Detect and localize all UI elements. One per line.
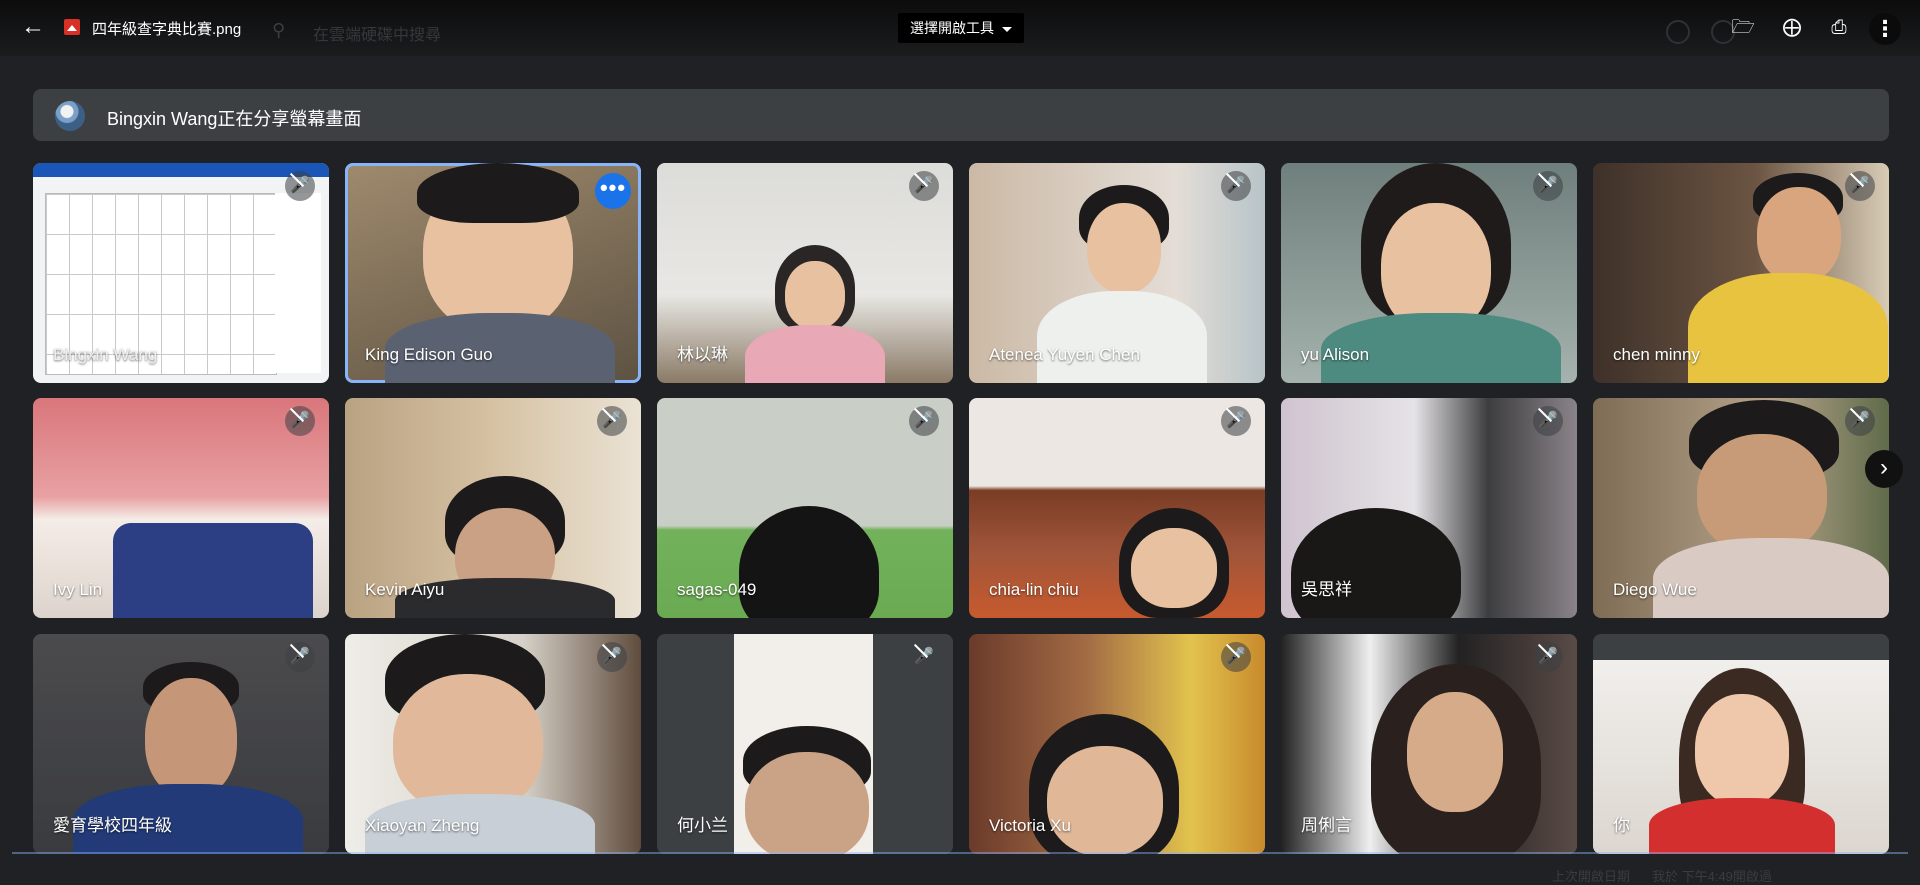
participant-video <box>739 506 879 618</box>
back-arrow-icon[interactable]: ← <box>18 12 48 42</box>
participant-video-face <box>1087 203 1161 293</box>
divider <box>12 852 1908 854</box>
mic-off-icon: 🎤 <box>597 642 627 672</box>
participant-tile-self[interactable]: 你 <box>1593 634 1889 854</box>
participant-tile[interactable]: 🎤 Diego Wue <box>1593 398 1889 618</box>
participant-name: 林以琳 <box>677 345 728 364</box>
participant-tile[interactable]: 🎤 愛育學校四年級 <box>33 634 329 854</box>
next-page-chevron-right-icon[interactable]: › <box>1865 450 1903 488</box>
participant-video-face <box>1131 528 1217 608</box>
participant-name: Diego Wue <box>1613 580 1697 599</box>
mic-off-icon: 🎤 <box>1533 171 1563 201</box>
participant-tile[interactable]: 🎤 吳思祥 <box>1281 398 1577 618</box>
participant-video-face <box>145 678 237 798</box>
participant-name: Bingxin Wang <box>53 345 158 364</box>
last-opened-value: 我於 下午4:49開啟過 <box>1652 869 1772 884</box>
participant-tile[interactable]: 🎤 Kevin Aiyu <box>345 398 641 618</box>
participant-tile[interactable]: 🎤 chia-lin chiu <box>969 398 1265 618</box>
chevron-down-icon <box>1002 26 1012 32</box>
participant-name: 何小兰 <box>677 816 728 835</box>
image-file-icon <box>64 19 80 35</box>
mic-off-icon: 🎤 <box>597 406 627 436</box>
more-options-button[interactable]: ••• <box>595 173 631 209</box>
mic-off-icon: 🎤 <box>1221 406 1251 436</box>
participant-name: Atenea Yuyen Chen <box>989 345 1140 364</box>
open-with-button[interactable]: 選擇開啟工具 <box>898 13 1024 43</box>
participant-name: Kevin Aiyu <box>365 580 445 599</box>
background-search-placeholder: 在雲端硬碟中搜尋 <box>313 27 442 44</box>
shared-doc-toolbar <box>33 163 329 177</box>
participant-video-body <box>1653 538 1889 618</box>
participant-tile[interactable]: 🎤 何小兰 <box>657 634 953 854</box>
participant-video-body <box>1649 798 1835 854</box>
mic-off-icon: 🎤 <box>1533 406 1563 436</box>
mic-off-icon: 🎤 <box>1845 171 1875 201</box>
presenting-banner: Bingxin Wang正在分享螢幕畫面 <box>33 89 1889 141</box>
print-icon[interactable]: ⎙ <box>1826 15 1852 41</box>
participant-video-face <box>1695 694 1789 806</box>
last-opened-label: 上次開啟日期 <box>1552 869 1631 884</box>
participant-name: 你 <box>1613 816 1630 835</box>
participant-video-face <box>1697 434 1827 554</box>
participant-video-body <box>1688 273 1888 383</box>
participant-tile[interactable]: 🎤 Ivy Lin <box>33 398 329 618</box>
add-to-drive-icon[interactable]: 🗁 <box>1730 15 1756 41</box>
participant-name: King Edison Guo <box>365 345 493 364</box>
participant-tile[interactable]: 🎤 Atenea Yuyen Chen <box>969 163 1265 383</box>
participant-name: yu Alison <box>1301 345 1370 364</box>
mic-off-icon: 🎤 <box>1221 642 1251 672</box>
more-vert-icon[interactable]: ⋮ <box>1869 13 1901 45</box>
participant-video-face <box>1757 187 1841 283</box>
mic-off-icon: 🎤 <box>285 642 315 672</box>
participant-video-face <box>745 752 869 854</box>
shared-doc-sidebar <box>275 193 321 373</box>
participant-tile[interactable]: 🎤 Xiaoyan Zheng <box>345 634 641 854</box>
participant-video-chair <box>113 523 313 618</box>
avatar <box>55 101 85 131</box>
mic-off-icon: 🎤 <box>1845 406 1875 436</box>
participant-tile[interactable]: 🎤 chen minny <box>1593 163 1889 383</box>
participant-video-face <box>1047 746 1163 854</box>
participant-video <box>1291 508 1461 618</box>
search-icon: ⚲ <box>272 20 286 40</box>
participant-tile[interactable]: 🎤 sagas-049 <box>657 398 953 618</box>
participant-tile[interactable]: 🎤 yu Alison <box>1281 163 1577 383</box>
participant-video-body <box>1037 291 1207 383</box>
participant-tile[interactable]: 🎤 周俐言 <box>1281 634 1577 854</box>
participant-video-face <box>785 261 845 329</box>
participant-name: Victoria Xu <box>989 816 1071 835</box>
mic-off-icon: 🎤 <box>1221 171 1251 201</box>
participant-name: 吳思祥 <box>1301 580 1352 599</box>
participant-tile[interactable]: 🎤 Victoria Xu <box>969 634 1265 854</box>
open-with-label: 選擇開啟工具 <box>910 20 994 36</box>
participant-video-body <box>745 325 885 383</box>
add-comment-icon[interactable]: ⨁ <box>1779 15 1805 41</box>
mic-off-icon: 🎤 <box>285 171 315 201</box>
participant-name: chen minny <box>1613 345 1700 364</box>
participant-name: 周俐言 <box>1301 816 1352 835</box>
participant-name: sagas-049 <box>677 580 757 599</box>
participant-name: 愛育學校四年級 <box>53 816 172 835</box>
mic-off-icon: 🎤 <box>909 642 939 672</box>
file-name: 四年級查字典比賽.png <box>92 21 242 38</box>
mic-off-icon: 🎤 <box>909 171 939 201</box>
presenting-text: Bingxin Wang正在分享螢幕畫面 <box>107 109 362 129</box>
participant-name: chia-lin chiu <box>989 580 1079 599</box>
participant-video-face <box>393 674 543 814</box>
participant-tile[interactable]: ••• King Edison Guo <box>345 163 641 383</box>
participant-tile[interactable]: 🎤 林以琳 <box>657 163 953 383</box>
participant-name: Xiaoyan Zheng <box>365 816 480 835</box>
file-viewer-toolbar: ← 四年級查字典比賽.png ⚲ 在雲端硬碟中搜尋 選擇開啟工具 🗁 ⨁ ⎙ ⋮ <box>0 0 1920 56</box>
mic-off-icon: 🎤 <box>285 406 315 436</box>
mic-off-icon: 🎤 <box>1533 642 1563 672</box>
participant-name: Ivy Lin <box>53 580 103 599</box>
participant-video-hair <box>417 163 579 223</box>
participant-tile[interactable]: 🎤 Bingxin Wang <box>33 163 329 383</box>
status-check-icon <box>1666 20 1690 44</box>
mic-off-icon: 🎤 <box>909 406 939 436</box>
participant-video-face <box>1407 692 1503 812</box>
